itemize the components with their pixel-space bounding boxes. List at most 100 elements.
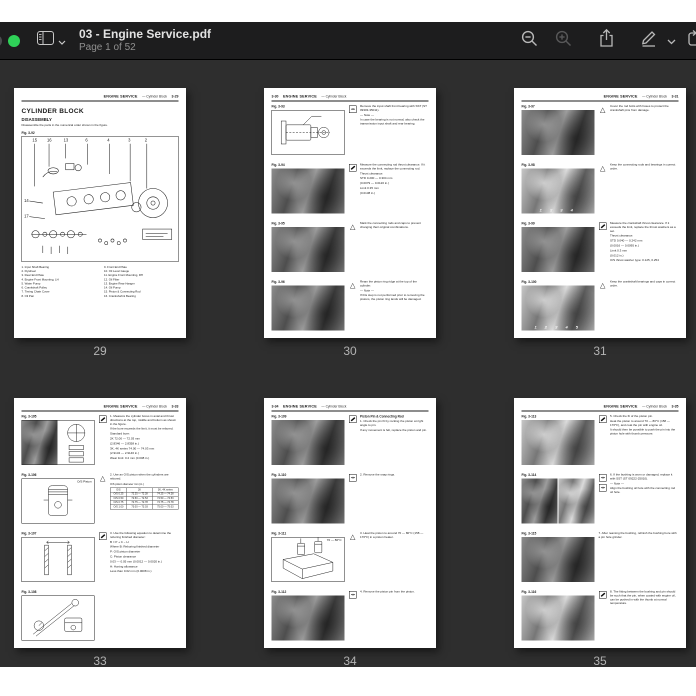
figure-label: Fig. 3-115 xyxy=(522,532,595,536)
parts-column: 9. Front End Plate10. Oil Level Gauge11.… xyxy=(104,265,179,298)
page-ref: 3-33 xyxy=(171,405,178,409)
instruction-line: Less than 0.02 mm (0.0008 in.) xyxy=(110,570,179,574)
page-number-label: 35 xyxy=(514,654,686,667)
warning-icon: △ xyxy=(599,164,607,172)
pdf-page-thumbnail[interactable]: 3-34ENGINE SERVICE— Cylinder Block Fig. 3… xyxy=(264,398,436,648)
instruction-text: 6. If the bushing is worn or damaged, re… xyxy=(610,474,679,529)
figure-art: O/S Piston xyxy=(22,479,95,524)
figure-overlay-label: 70 — 80°C xyxy=(327,539,342,542)
page-number-label: 31 xyxy=(514,344,686,358)
figure-column: Fig. 3-981 2 3 4 xyxy=(522,164,595,219)
page-header: ENGINE SERVICE— Cylinder Block3-35 xyxy=(522,404,679,412)
page-number-label: 30 xyxy=(264,344,436,358)
note-icons: △ xyxy=(349,281,358,336)
note-icons: △ xyxy=(599,105,608,160)
traffic-lights xyxy=(0,35,20,47)
note-icons: ◄► xyxy=(349,105,358,160)
instruction-line: Mark the connecting rods and caps to pre… xyxy=(360,222,429,230)
zoom-out-icon[interactable] xyxy=(520,29,539,53)
figure-art xyxy=(272,286,345,331)
instruction-line: C: Piston clearance xyxy=(110,555,179,559)
instruction-text: Cover the rod bolts with hoses to protec… xyxy=(610,105,679,160)
figure-art xyxy=(522,537,595,582)
figure-column: Fig. 3-105 xyxy=(22,415,95,470)
figure-column: Fig. 3-11170 — 80°C xyxy=(272,532,345,587)
instruction-line: It should then be possible to push the p… xyxy=(610,429,679,437)
instruction-line: Keep the crankshaft bearings and caps in… xyxy=(610,281,679,289)
page-ref: 3-34 xyxy=(272,405,279,409)
figure-row: Fig. 3-981 2 3 4△Keep the connecting rod… xyxy=(522,164,679,219)
pdf-page-thumbnail[interactable]: ENGINE SERVICE— Cylinder Block3-31Fig. 3… xyxy=(514,88,686,338)
figure-label: Fig. 3-94 xyxy=(272,164,345,168)
instruction-line: 4. Remove the piston pin from the piston… xyxy=(360,591,429,595)
note-icons: △ xyxy=(599,281,608,336)
sidebar-toggle-icon xyxy=(37,31,54,50)
spec-table: O/S2K3K, 4K seriesO/S 0.2572.25 — 72.287… xyxy=(110,488,179,510)
figure-row: Fig. 3-99Measure the crankshaft thrust c… xyxy=(522,222,679,277)
instruction-line: B = P + C − H xyxy=(110,541,179,545)
figure-art xyxy=(272,110,345,155)
figure-column: Fig. 3-116 xyxy=(522,591,595,646)
page-indicator: Page 1 of 52 xyxy=(79,42,211,54)
instruction-column: ◄►Remove the input shaft front bearing w… xyxy=(345,105,429,160)
wrench-glyph xyxy=(350,166,355,170)
figure-column: Fig. 3-95 xyxy=(272,222,345,277)
instruction-column: △2. Use an O/S piston when the cylinders… xyxy=(95,474,179,529)
header-subtitle: — Cylinder Block xyxy=(642,405,667,409)
arrow-icon: ◄► xyxy=(349,591,357,599)
figure-column: Fig. 3-93 xyxy=(272,105,345,160)
zoom-in-icon[interactable] xyxy=(554,29,573,53)
figure-overlay-label: 1 2 3 4 xyxy=(522,208,595,213)
figure-overlay-label: 1 2 3 4 5 xyxy=(522,325,595,330)
instruction-text: Measure the connecting rod thrust cleara… xyxy=(360,164,429,219)
wrench-glyph xyxy=(600,593,605,597)
sidebar-toggle-button[interactable] xyxy=(37,31,66,50)
instruction-text: 4. Remove the piston pin from the piston… xyxy=(360,591,429,646)
traffic-light-green[interactable] xyxy=(8,35,20,47)
pdf-page-thumbnail[interactable]: 3-30ENGINE SERVICE— Cylinder Block Fig. 3… xyxy=(264,88,436,338)
figure-column: Fig. 3-97 xyxy=(522,105,595,160)
instruction-line: Measure the crankshaft thrust clearance.… xyxy=(610,222,679,234)
pdf-page-thumbnail[interactable]: ENGINE SERVICE— Cylinder Block3-33 Fig. 3… xyxy=(14,398,186,648)
figure-label: Fig. 3-93 xyxy=(272,105,345,109)
figure-label: Fig. 3-105 xyxy=(22,415,95,419)
markup-chevron-icon[interactable] xyxy=(667,32,676,50)
instruction-line: If this step is not performed prior to r… xyxy=(360,294,429,302)
share-icon[interactable] xyxy=(598,28,615,53)
pdf-page-thumbnail[interactable]: ENGINE SERVICE— Cylinder Block3-35 Fig. 3… xyxy=(514,398,686,648)
page-number-label: 34 xyxy=(264,654,436,667)
instruction-column xyxy=(95,591,179,646)
parts-list: 1. Input Shaft Bearing2. Flywheel3. Rear… xyxy=(22,265,179,298)
figure-row: Fig. 3-1168. The fitting between the bus… xyxy=(522,591,679,646)
instruction-heading: Piston Pin & Connecting Rod xyxy=(360,415,429,419)
page-thumbnail-cell: ENGINE SERVICE— Cylinder Block3-35 Fig. 3… xyxy=(514,398,686,667)
instruction-line: 2. Use an O/S piston when the cylinders … xyxy=(110,474,179,482)
figure-row: Fig. 3-1135. Check the fit of the piston… xyxy=(522,415,679,470)
figure-column: Fig. 3-109 xyxy=(272,415,345,470)
note-icons: △ xyxy=(99,474,108,529)
page-header: 3-30ENGINE SERVICE— Cylinder Block xyxy=(272,94,429,102)
traffic-light-partial[interactable] xyxy=(0,35,2,47)
note-icons: △ xyxy=(349,532,358,587)
parts-column: 1. Input Shaft Bearing2. Flywheel3. Rear… xyxy=(22,265,97,298)
pdf-page-thumbnail[interactable]: ENGINE SERVICE— Cylinder Block3-29CYLIND… xyxy=(14,88,186,338)
figure-art xyxy=(522,479,595,524)
instruction-line: Ream the piston ring ridge at the top of… xyxy=(360,281,429,289)
note-icons: ◄► xyxy=(349,591,358,646)
page-thumbnail-cell: 3-30ENGINE SERVICE— Cylinder Block Fig. 3… xyxy=(264,88,436,358)
header-subtitle: — Cylinder Block xyxy=(642,95,667,99)
rotate-icon[interactable] xyxy=(687,29,696,52)
instruction-line: — Note — xyxy=(610,482,679,486)
page-header: ENGINE SERVICE— Cylinder Block3-33 xyxy=(22,404,179,412)
figure-art xyxy=(22,596,95,641)
instruction-text: 2. Remove the snap rings. xyxy=(360,474,429,529)
note-icons xyxy=(99,415,108,470)
page-header: 3-34ENGINE SERVICE— Cylinder Block xyxy=(272,404,429,412)
figure-column: Fig. 3-94 xyxy=(272,164,345,219)
instruction-column: 3. Use the following equation to determi… xyxy=(95,532,179,587)
instruction-column: 5. Check the fit of the piston pin.Heat … xyxy=(595,415,679,470)
page-content: ENGINE SERVICE— Cylinder Block3-31Fig. 3… xyxy=(514,88,686,338)
markup-icon[interactable] xyxy=(639,29,658,52)
instruction-column: △Cover the rod bolts with hoses to prote… xyxy=(595,105,679,160)
figure-art xyxy=(272,227,345,272)
